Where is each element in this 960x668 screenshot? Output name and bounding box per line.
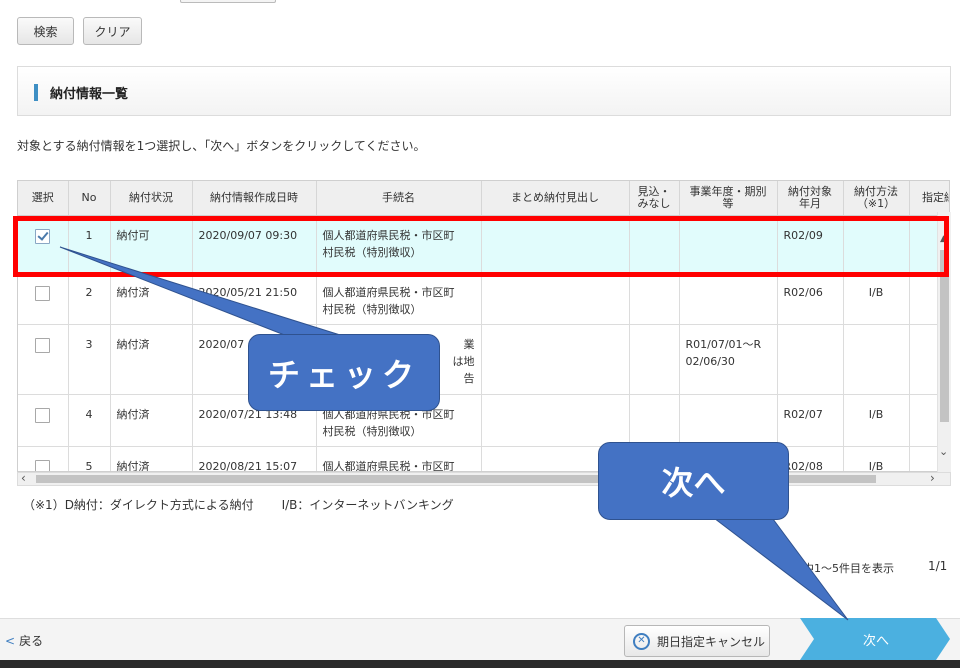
- fiscal-cell: [679, 394, 778, 447]
- summary-cell: [481, 394, 630, 447]
- fiscal-cell: [679, 272, 778, 325]
- note-dnofu: （※1）D納付：ダイレクト方式による納付: [23, 498, 254, 512]
- scroll-left-icon[interactable]: ‹: [21, 471, 26, 485]
- select-cell[interactable]: [18, 324, 69, 395]
- procedure-cell: 個人都道府県民税・市区町 村民税（特別徴収）: [316, 272, 482, 325]
- status-cell: 納付済: [110, 394, 193, 447]
- procedure-cell: 個人都道府県民税・市区町 村民税（特別徴収）: [316, 215, 482, 273]
- col-header-status: 納付状況: [110, 181, 193, 216]
- summary-cell: [481, 215, 630, 273]
- table-row[interactable]: 4 納付済 2020/07/21 13:48 個人都道府県民税・市区町 村民税（特…: [18, 394, 949, 447]
- section-title: 納付情報一覧: [50, 87, 129, 102]
- note-ib: I/B：インターネットバンキング: [281, 498, 454, 512]
- scroll-right-icon[interactable]: ›: [930, 471, 935, 485]
- payment-table-container: 選択 No 納付状況 納付情報作成日時 手続名 まとめ納付見出し 見込・ みなし …: [17, 180, 950, 472]
- row-checkbox[interactable]: [35, 337, 51, 353]
- col-header-designated: 指定納: [909, 181, 949, 216]
- row-checkbox-checked[interactable]: [35, 228, 51, 244]
- section-accent-bar: [34, 84, 38, 101]
- page-number: 1/1: [928, 559, 948, 573]
- next-button-label[interactable]: 次へ: [846, 630, 906, 649]
- target-cell: R02/09: [777, 215, 844, 273]
- method-cell: [843, 215, 910, 273]
- col-header-deemed: 見込・ みなし: [629, 181, 680, 216]
- table-horizontal-scrollbar[interactable]: ‹ ›: [17, 471, 951, 486]
- close-circle-icon: ✕: [633, 632, 650, 650]
- next-callout: 次へ: [598, 442, 789, 520]
- method-cell: I/B: [843, 446, 910, 471]
- chevron-left-icon: <: [5, 633, 16, 648]
- col-header-created: 納付情報作成日時: [192, 181, 317, 216]
- scroll-down-icon[interactable]: ⌄: [939, 445, 948, 458]
- table-row[interactable]: 5 納付済 2020/08/21 15:07 個人都道府県民税・市区町 R02/…: [18, 446, 949, 471]
- no-cell: 4: [68, 394, 111, 447]
- select-cell[interactable]: [18, 446, 69, 471]
- summary-cell: [481, 324, 630, 395]
- table-row[interactable]: 2 納付済 2020/05/21 21:50 個人都道府県民税・市区町 村民税（特…: [18, 272, 949, 325]
- status-cell: 納付済: [110, 272, 193, 325]
- clear-button[interactable]: クリア: [83, 17, 142, 45]
- row-checkbox[interactable]: [35, 459, 51, 471]
- bottom-strip: [0, 660, 960, 668]
- col-header-method: 納付方法 （※1）: [843, 181, 910, 216]
- fiscal-cell: [679, 215, 778, 273]
- summary-cell: [481, 272, 630, 325]
- col-header-summary: まとめ納付見出し: [481, 181, 630, 216]
- deemed-cell: [629, 394, 680, 447]
- search-button[interactable]: 検索: [17, 17, 74, 45]
- created-cell: 2020/09/07 09:30: [192, 215, 317, 273]
- no-cell: 1: [68, 215, 111, 273]
- table-vertical-scrollbar[interactable]: ▲ ⌄: [937, 212, 951, 472]
- target-cell: R02/07: [777, 394, 844, 447]
- target-cell: R02/06: [777, 272, 844, 325]
- col-header-procedure: 手続名: [316, 181, 482, 216]
- method-cell: I/B: [843, 394, 910, 447]
- back-link[interactable]: < 戻る: [5, 632, 43, 649]
- select-cell[interactable]: [18, 215, 69, 273]
- no-cell: 3: [68, 324, 111, 395]
- payment-table: 選択 No 納付状況 納付情報作成日時 手続名 まとめ納付見出し 見込・ みなし …: [18, 181, 949, 471]
- target-cell: [777, 324, 844, 395]
- select-cell[interactable]: [18, 272, 69, 325]
- vertical-scroll-thumb[interactable]: [940, 250, 949, 422]
- deemed-cell: [629, 272, 680, 325]
- status-cell: 納付済: [110, 324, 193, 395]
- procedure-cell: 個人都道府県民税・市区町: [316, 446, 482, 471]
- deemed-cell: [629, 215, 680, 273]
- cancel-label: 期日指定キャンセル: [657, 634, 766, 649]
- payment-method-note: （※1）D納付：ダイレクト方式による納付 I/B：インターネットバンキング: [23, 496, 454, 513]
- instruction-text: 対象とする納付情報を1つ選択し、「次へ」ボタンをクリックしてください。: [17, 139, 426, 153]
- method-cell: [843, 324, 910, 395]
- status-cell: 納付可: [110, 215, 193, 273]
- no-cell: 2: [68, 272, 111, 325]
- top-field-stub: [180, 0, 276, 3]
- col-header-fiscal: 事業年度・期別等: [679, 181, 778, 216]
- cancel-due-date-button[interactable]: ✕ 期日指定キャンセル: [624, 625, 770, 657]
- no-cell: 5: [68, 446, 111, 471]
- created-cell: 2020/08/21 15:07: [192, 446, 317, 471]
- table-row[interactable]: 3 納付済 2020/07 業は地告 R01/07/01〜R 02/06/30: [18, 324, 949, 395]
- col-header-target: 納付対象 年月: [777, 181, 844, 216]
- select-cell[interactable]: [18, 394, 69, 447]
- col-header-no: No: [68, 181, 111, 216]
- table-header-row: 選択 No 納付状況 納付情報作成日時 手続名 まとめ納付見出し 見込・ みなし …: [18, 181, 949, 216]
- back-label: 戻る: [19, 634, 44, 648]
- pagination-summary: 件中1〜5件目を表示: [792, 562, 894, 575]
- section-header: 納付情報一覧: [17, 66, 951, 116]
- method-cell: I/B: [843, 272, 910, 325]
- check-callout: チェック: [248, 334, 440, 411]
- status-cell: 納付済: [110, 446, 193, 471]
- row-checkbox[interactable]: [35, 285, 51, 301]
- deemed-cell: [629, 324, 680, 395]
- created-cell: 2020/05/21 21:50: [192, 272, 317, 325]
- col-header-select: 選択: [18, 181, 69, 216]
- fiscal-cell: R01/07/01〜R 02/06/30: [679, 324, 778, 395]
- scroll-up-icon[interactable]: ▲: [940, 234, 947, 244]
- table-row[interactable]: 1 納付可 2020/09/07 09:30 個人都道府県民税・市区町 村民税（特…: [18, 215, 949, 273]
- row-checkbox[interactable]: [35, 407, 51, 423]
